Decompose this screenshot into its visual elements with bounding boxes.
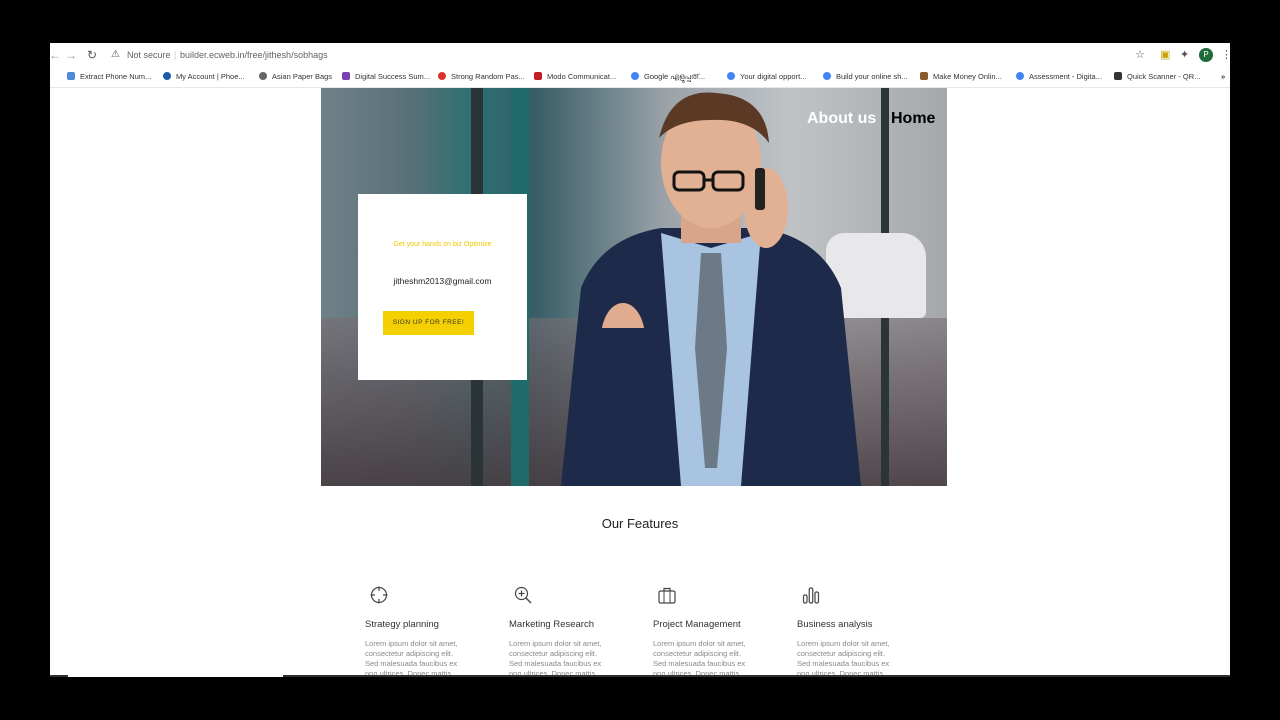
forward-icon[interactable]: → (64, 48, 78, 62)
feature-description: Lorem ipsum dolor sit amet, consectetur … (509, 639, 602, 677)
bookmark-favicon-icon (823, 72, 831, 80)
progress-fill (68, 675, 283, 677)
divider: | (174, 50, 177, 60)
feature-name: Business analysis (797, 619, 873, 630)
feature-name: Project Management (653, 619, 741, 630)
bookmark-item[interactable]: Build your online sh... (823, 72, 908, 81)
back-icon[interactable]: ← (50, 48, 62, 62)
bookmark-label: Build your online sh... (836, 72, 908, 81)
signup-card: Get your hands on biz Optimize jitheshm2… (358, 194, 527, 380)
menu-icon[interactable]: ⋮ (1221, 48, 1230, 62)
bookmark-favicon-icon (631, 72, 639, 80)
signup-tagline: Get your hands on biz Optimize (393, 241, 492, 248)
bookmark-label: Strong Random Pas... (451, 72, 525, 81)
star-icon[interactable]: ☆ (1135, 48, 1145, 62)
bookmark-label: Asian Paper Bags (272, 72, 333, 81)
puzzle-icon[interactable]: ✦ (1180, 48, 1189, 62)
signup-button[interactable]: SIGN UP FOR FREE! (383, 311, 474, 335)
bookmark-favicon-icon (1016, 72, 1024, 80)
bookmark-favicon-icon (438, 72, 446, 80)
browser-window: ← → ↻ ⚠ Not secure | builder.ecweb.in/fr… (50, 43, 1230, 677)
bookmark-label: Assessment - Digita... (1029, 72, 1102, 81)
bookmark-favicon-icon (163, 72, 171, 80)
hero-businessman-image (561, 92, 861, 486)
bookmark-label: My Account | Phoe... (176, 72, 245, 81)
bar-chart-icon (802, 587, 820, 604)
bookmark-item[interactable]: Modo Communicat... (534, 72, 616, 81)
briefcase-icon (658, 587, 676, 604)
bookmark-item[interactable]: Asian Paper Bags (259, 72, 332, 81)
address-bar[interactable]: builder.ecweb.in/free/jithesh/sobhags (180, 50, 328, 60)
bookmark-item[interactable]: Make Money Onlin... (920, 72, 1002, 81)
video-progress-bar[interactable] (50, 675, 1230, 677)
bookmark-favicon-icon (259, 72, 267, 80)
profile-avatar[interactable]: P (1199, 48, 1213, 62)
bookmark-label: Your digital opport... (740, 72, 807, 81)
zoom-in-icon (514, 586, 532, 604)
feature-name: Strategy planning (365, 619, 439, 630)
bookmark-item[interactable]: Assessment - Digita... (1016, 72, 1102, 81)
feature-description: Lorem ipsum dolor sit amet, consectetur … (653, 639, 746, 677)
bookmarks-bar: Extract Phone Num... My Account | Phoe..… (50, 68, 1230, 88)
bookmark-item[interactable]: Extract Phone Num... (67, 72, 151, 81)
bookmark-item[interactable]: Your digital opport... (727, 72, 806, 81)
browser-toolbar: ← → ↻ ⚠ Not secure | builder.ecweb.in/fr… (50, 43, 1230, 68)
bookmark-label: Google എളുപ്പത്... (644, 72, 706, 81)
reload-icon[interactable]: ↻ (85, 48, 99, 62)
bookmark-label: Digital Success Sum... (355, 72, 431, 81)
crosshair-icon (370, 586, 388, 604)
bookmark-favicon-icon (727, 72, 735, 80)
bookmark-item[interactable]: Strong Random Pas... (438, 72, 525, 81)
feature-name: Marketing Research (509, 619, 595, 630)
warning-icon[interactable]: ⚠ (111, 49, 120, 60)
features-title: Our Features (601, 516, 679, 531)
bookmark-label: Extract Phone Num... (80, 72, 152, 81)
hero-banner: About us Home Get your hands on biz Opti… (321, 88, 947, 486)
nav-home[interactable]: Home (891, 110, 935, 128)
bookmark-item[interactable]: Quick Scanner - QR... (1114, 72, 1200, 81)
bookmark-favicon-icon (920, 72, 928, 80)
bookmark-label: Make Money Onlin... (933, 72, 1002, 81)
bookmark-favicon-icon (1114, 72, 1122, 80)
bookmark-label: Modo Communicat... (547, 72, 617, 81)
bookmark-label: Quick Scanner - QR... (1127, 72, 1201, 81)
extension-icon[interactable]: ▣ (1160, 48, 1170, 62)
feature-description: Lorem ipsum dolor sit amet, consectetur … (797, 639, 890, 677)
bookmark-item[interactable]: My Account | Phoe... (163, 72, 245, 81)
bookmark-favicon-icon (534, 72, 542, 80)
feature-description: Lorem ipsum dolor sit amet, consectetur … (365, 639, 458, 677)
security-label[interactable]: Not secure (127, 50, 171, 60)
nav-about-us[interactable]: About us (807, 110, 876, 128)
bookmark-item[interactable]: Digital Success Sum... (342, 72, 430, 81)
more-bookmarks-icon[interactable]: » (1221, 72, 1225, 81)
bookmark-favicon-icon (342, 72, 350, 80)
email-field[interactable]: jitheshm2013@gmail.com (358, 276, 527, 286)
bookmark-favicon-icon (67, 72, 75, 80)
bookmark-item[interactable]: Google എളുപ്പത്... (631, 72, 705, 82)
